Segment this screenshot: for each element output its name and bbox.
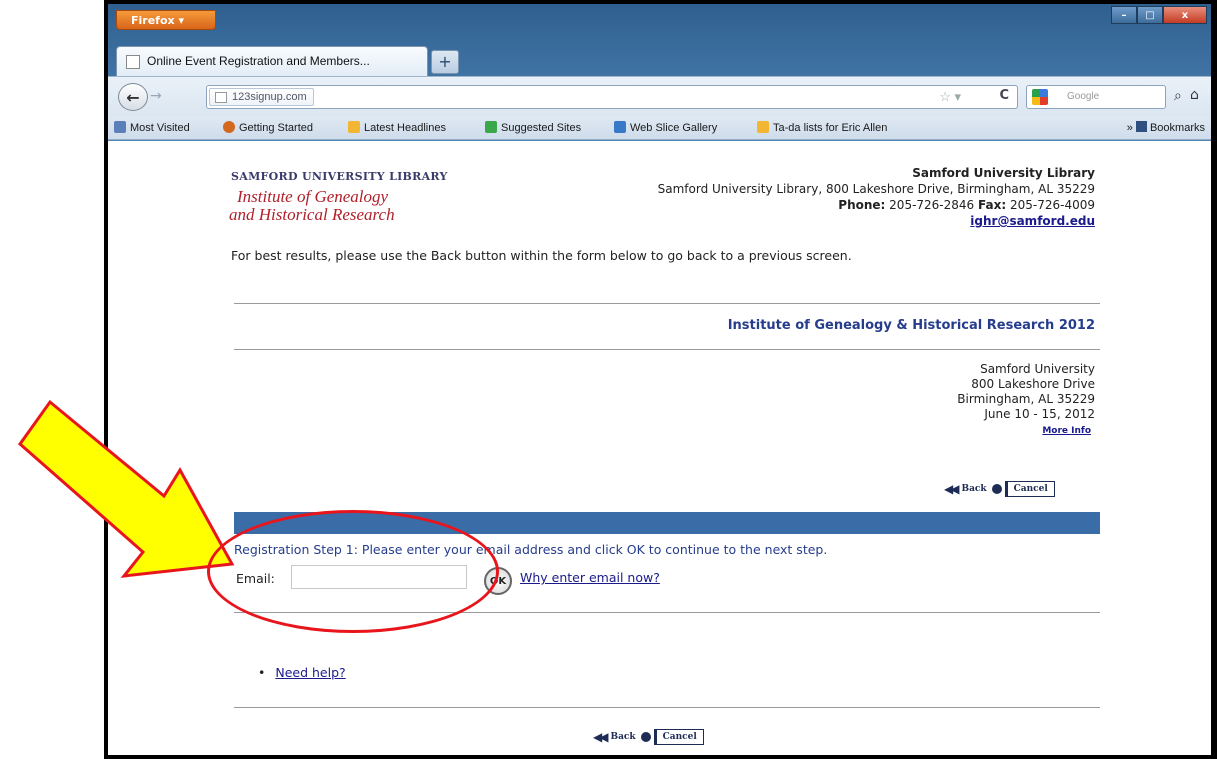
close-window-button[interactable]: x: [1163, 6, 1207, 24]
event-title: Institute of Genealogy & Historical Rese…: [727, 318, 1095, 333]
bookmarks-icon: [1135, 121, 1147, 132]
org-name: Samford University Library: [912, 166, 1095, 180]
phone-value: 205-726-2846: [889, 198, 975, 212]
forward-arrow-icon[interactable]: →: [150, 88, 176, 106]
org-phone-fax: Phone: 205-726-2846 Fax: 205-726-4009: [658, 197, 1095, 213]
new-tab-button[interactable]: +: [431, 50, 459, 74]
search-magnifier-icon[interactable]: ⌕: [1174, 88, 1182, 104]
maximize-button[interactable]: □: [1137, 6, 1163, 24]
bookmarks-menu-button[interactable]: » Bookmarks: [1127, 121, 1205, 134]
back-double-arrow-icon: ◀◀: [944, 482, 960, 496]
event-venue: Samford University 800 Lakeshore Drive B…: [957, 362, 1095, 437]
rss-feed-icon: [348, 121, 360, 133]
bookmark-label: Getting Started: [239, 122, 313, 134]
why-enter-email-link[interactable]: Why enter email now?: [520, 570, 660, 585]
back-double-arrow-icon: ◀◀: [593, 730, 609, 744]
org-address: Samford University Library, 800 Lakeshor…: [657, 182, 1095, 196]
search-input[interactable]: Google: [1026, 85, 1166, 109]
minimize-button[interactable]: –: [1111, 6, 1137, 24]
fax-label: Fax:: [978, 198, 1007, 212]
bookmark-most-visited[interactable]: Most Visited: [114, 121, 190, 134]
bookmark-label: Ta-da lists for Eric Allen: [773, 122, 888, 134]
tab-active[interactable]: Online Event Registration and Members...: [116, 46, 428, 76]
getting-started-icon: [223, 121, 235, 133]
cancel-button-top[interactable]: Cancel: [1004, 481, 1055, 497]
event-dates: June 10 - 15, 2012: [984, 407, 1095, 421]
separator-dot-icon: [640, 732, 651, 742]
folder-icon: [757, 121, 769, 133]
bookmark-label: Latest Headlines: [364, 122, 446, 134]
url-bar[interactable]: 123signup.com ☆ ▾ C: [206, 85, 1018, 109]
logo-script-line-2: and Historical Research: [229, 205, 395, 224]
logo-header-text: SAMFORD UNIVERSITY LIBRARY: [231, 170, 448, 183]
best-results-notice: For best results, please use the Back bu…: [231, 248, 852, 263]
url-text: 123signup.com: [232, 91, 307, 103]
organization-contact: Samford University Library Samford Unive…: [658, 165, 1095, 229]
divider: [234, 349, 1100, 350]
separator-dot-icon: [991, 484, 1002, 494]
org-email-link[interactable]: ighr@samford.edu: [970, 214, 1095, 228]
more-info-link[interactable]: More Info: [1042, 426, 1091, 436]
firefox-menu-label: Firefox: [131, 14, 175, 27]
bookmarks-overflow-chevron: »: [1126, 122, 1136, 134]
cancel-button-bottom[interactable]: Cancel: [653, 729, 704, 745]
page-content: SAMFORD UNIVERSITY LIBRARY Institute of …: [108, 141, 1211, 755]
logo-script-text: Institute of Genealogy and Historical Re…: [229, 187, 491, 224]
navigation-toolbar: ← → 123signup.com ☆ ▾ C Google ⌕ ⌂: [108, 76, 1211, 116]
search-placeholder: Google: [1067, 91, 1100, 102]
bookmark-getting-started[interactable]: Getting Started: [223, 121, 313, 134]
venue-line-3: Birmingham, AL 35229: [957, 392, 1095, 406]
phone-label: Phone:: [838, 198, 886, 212]
logo-script-line-1: Institute of Genealogy: [237, 187, 389, 206]
reload-icon[interactable]: C: [999, 88, 1009, 103]
form-nav-top: ◀◀ Back Cancel: [944, 481, 1055, 497]
red-ellipse-annotation: [207, 510, 499, 633]
divider: [234, 303, 1100, 304]
bookmark-suggested-sites[interactable]: Suggested Sites: [485, 121, 581, 134]
window-controls: – □ x: [1111, 6, 1207, 24]
back-arrow-icon[interactable]: ←: [118, 83, 148, 111]
bookmark-star-icon[interactable]: ☆ ▾: [939, 89, 961, 105]
bookmarks-menu-label: Bookmarks: [1149, 122, 1205, 134]
bookmark-ta-da-lists[interactable]: Ta-da lists for Eric Allen: [757, 121, 887, 134]
home-icon[interactable]: ⌂: [1190, 87, 1208, 105]
bookmark-latest-headlines[interactable]: Latest Headlines: [348, 121, 446, 134]
fax-value: 205-726-4009: [1009, 198, 1095, 212]
google-engine-icon[interactable]: [1032, 89, 1048, 105]
bookmark-web-slice-gallery[interactable]: Web Slice Gallery: [614, 121, 717, 134]
form-nav-bottom: ◀◀ Back Cancel: [593, 729, 704, 745]
site-identity-button[interactable]: 123signup.com: [209, 88, 314, 106]
back-button-bottom[interactable]: Back: [610, 732, 635, 742]
page-globe-icon: [215, 92, 227, 103]
bookmarks-toolbar: Most Visited Getting Started Latest Head…: [108, 116, 1211, 140]
title-bar: Firefox ▾ – □ x: [108, 4, 1211, 48]
web-slice-icon: [614, 121, 626, 133]
bookmark-label: Suggested Sites: [501, 122, 582, 134]
most-visited-icon: [114, 121, 126, 133]
library-logo: SAMFORD UNIVERSITY LIBRARY Institute of …: [229, 170, 491, 224]
venue-line-1: Samford University: [980, 362, 1095, 376]
page-favicon-icon: [126, 55, 140, 69]
browser-window: Firefox ▾ – □ x Online Event Registratio…: [108, 4, 1211, 755]
tab-title: Online Event Registration and Members...: [147, 54, 370, 68]
back-button-top[interactable]: Back: [961, 484, 986, 494]
venue-line-2: 800 Lakeshore Drive: [971, 377, 1095, 391]
need-help-item: • Need help?: [258, 665, 346, 680]
divider: [234, 707, 1100, 708]
bookmark-label: Web Slice Gallery: [630, 122, 718, 134]
screenshot-frame: Firefox ▾ – □ x Online Event Registratio…: [104, 0, 1217, 759]
firefox-menu-button[interactable]: Firefox ▾: [116, 10, 216, 30]
bullet-icon: •: [258, 665, 266, 680]
need-help-link[interactable]: Need help?: [275, 665, 345, 680]
suggested-sites-icon: [485, 121, 497, 133]
bookmark-label: Most Visited: [130, 122, 190, 134]
